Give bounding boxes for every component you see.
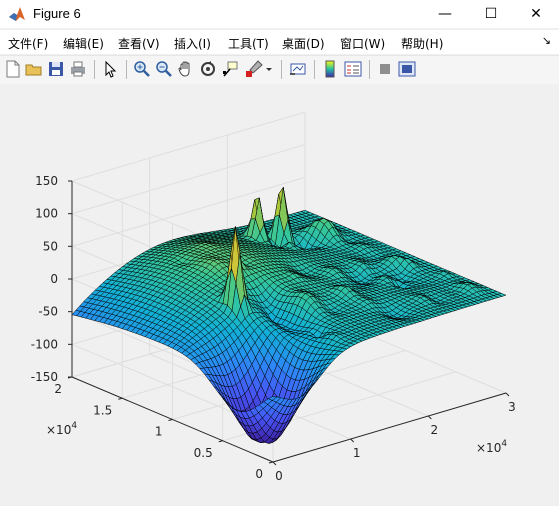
close-icon: ✕ bbox=[530, 6, 542, 22]
menu-view[interactable]: 查看(V) bbox=[118, 35, 160, 52]
toolbar-separator bbox=[281, 60, 282, 79]
save-icon[interactable] bbox=[46, 59, 66, 79]
hide-plot-tools-icon[interactable] bbox=[375, 59, 395, 79]
z-tick-label: -100 bbox=[31, 337, 58, 351]
y-tick-label: 0 bbox=[255, 467, 263, 481]
close-button[interactable]: ✕ bbox=[513, 0, 559, 28]
menu-window[interactable]: 窗口(W) bbox=[340, 35, 385, 52]
data-cursor-icon[interactable] bbox=[220, 59, 240, 79]
maximize-icon: ☐ bbox=[484, 6, 498, 22]
new-figure-icon[interactable] bbox=[3, 59, 23, 79]
y-exponent-label: ×104 bbox=[46, 421, 77, 437]
x-tick-mark bbox=[427, 415, 432, 420]
maximize-button[interactable]: ☐ bbox=[468, 0, 514, 28]
x-tick-mark bbox=[505, 392, 510, 397]
matlab-icon bbox=[9, 7, 25, 21]
x-tick-label: 0 bbox=[275, 469, 283, 483]
y-tick-mark bbox=[218, 440, 223, 443]
x-tick-label: 3 bbox=[508, 400, 516, 414]
x-exponent-label: ×104 bbox=[476, 439, 507, 455]
x-tick-mark bbox=[272, 461, 277, 466]
brush-icon[interactable] bbox=[244, 59, 264, 79]
menu-help[interactable]: 帮助(H) bbox=[401, 35, 443, 52]
y-tick-mark bbox=[168, 419, 173, 421]
toolbar-separator bbox=[314, 60, 315, 79]
window-title: Figure 6 bbox=[33, 6, 81, 21]
legend-icon[interactable] bbox=[343, 59, 363, 79]
pointer-icon[interactable] bbox=[100, 59, 120, 79]
toolbar-separator bbox=[369, 60, 370, 79]
y-tick-label: 2 bbox=[54, 382, 62, 396]
brush-dropdown-icon[interactable] bbox=[264, 59, 274, 79]
colorbar-icon[interactable] bbox=[320, 59, 340, 79]
menu-edit[interactable]: 编辑(E) bbox=[63, 35, 104, 52]
menu-tools[interactable]: 工具(T) bbox=[228, 35, 269, 52]
y-tick-mark bbox=[268, 461, 274, 464]
z-tick-label: 0 bbox=[50, 272, 58, 286]
surface-plot[interactable]: 012300.511.52-150-100-50050100150×104×10… bbox=[0, 84, 559, 502]
minimize-icon: — bbox=[438, 6, 452, 22]
y-tick-label: 1.5 bbox=[93, 403, 112, 417]
zoom-in-icon[interactable] bbox=[132, 59, 152, 79]
menu-overflow-icon[interactable]: ↘ bbox=[542, 34, 551, 47]
pan-icon[interactable] bbox=[176, 59, 196, 79]
x-tick-label: 2 bbox=[431, 423, 439, 437]
grid-line bbox=[71, 144, 306, 215]
menu-insert[interactable]: 插入(I) bbox=[174, 35, 211, 52]
menu-file[interactable]: 文件(F) bbox=[8, 35, 48, 52]
y-tick-label: 0.5 bbox=[194, 446, 213, 460]
minimize-button[interactable]: — bbox=[422, 0, 468, 28]
z-tick-label: 100 bbox=[35, 207, 58, 221]
x-tick-mark bbox=[350, 438, 355, 443]
z-tick-label: 50 bbox=[43, 239, 58, 253]
zoom-out-icon[interactable] bbox=[154, 59, 174, 79]
toolbar-separator bbox=[94, 60, 95, 79]
x-tick-label: 1 bbox=[353, 446, 361, 460]
menu-desktop[interactable]: 桌面(D) bbox=[282, 35, 325, 52]
figure-canvas[interactable]: 0 1 2 3 0 0.5 1 1.5 2 -150 -100 -50 0 50 100 150 ×104 ×10… bbox=[0, 84, 559, 502]
z-tick-label: -50 bbox=[38, 305, 58, 319]
window-titlebar: Figure 6 — ☐ ✕ bbox=[0, 0, 559, 28]
show-plot-tools-icon[interactable] bbox=[397, 59, 417, 79]
z-tick-label: 150 bbox=[35, 174, 58, 188]
y-tick-label: 1 bbox=[155, 425, 163, 439]
z-tick-label: -150 bbox=[31, 370, 58, 384]
print-icon[interactable] bbox=[68, 59, 88, 79]
grid-line bbox=[71, 111, 306, 182]
menu-bar: 文件(F) 编辑(E) 查看(V) 插入(I) 工具(T) 桌面(D) 窗口(W… bbox=[0, 30, 559, 54]
rotate-3d-icon[interactable] bbox=[198, 59, 218, 79]
x-axis-line bbox=[272, 392, 507, 463]
link-plot-icon[interactable] bbox=[288, 59, 308, 79]
open-file-icon[interactable] bbox=[24, 59, 44, 79]
y-tick-mark bbox=[118, 397, 123, 400]
figure-toolbar bbox=[0, 55, 559, 85]
toolbar-separator bbox=[126, 60, 127, 79]
